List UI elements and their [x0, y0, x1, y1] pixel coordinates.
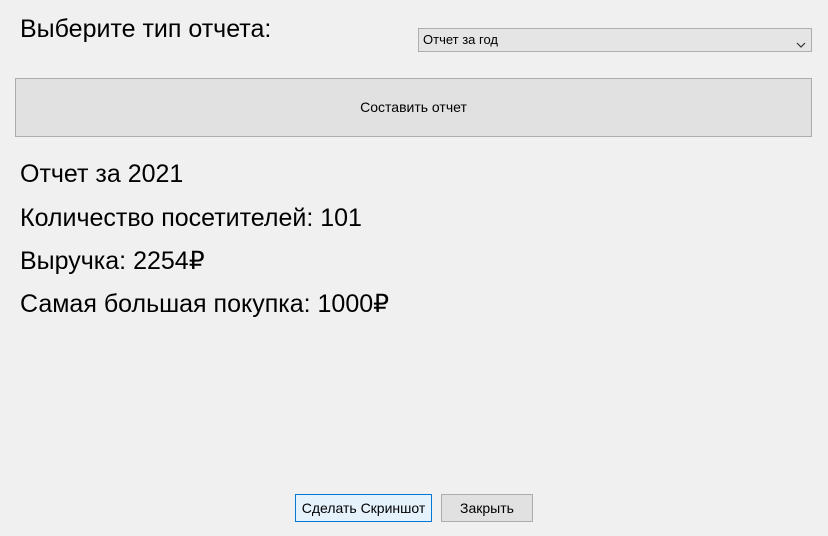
visitors-count: Количество посетителей: 101: [20, 204, 362, 232]
report-title: Отчет за 2021: [20, 160, 184, 188]
report-type-label: Выберите тип отчета:: [20, 15, 272, 43]
screenshot-button[interactable]: Сделать Скриншот: [295, 494, 432, 522]
report-type-select[interactable]: Отчет за год: [418, 28, 812, 52]
largest-purchase-value: Самая большая покупка: 1000₽: [20, 290, 390, 318]
revenue-value: Выручка: 2254₽: [20, 247, 205, 275]
chevron-down-icon: [796, 35, 806, 48]
report-type-selected-value: Отчет за год: [423, 32, 498, 47]
make-report-button[interactable]: Составить отчет: [15, 78, 812, 137]
close-button[interactable]: Закрыть: [441, 494, 533, 522]
